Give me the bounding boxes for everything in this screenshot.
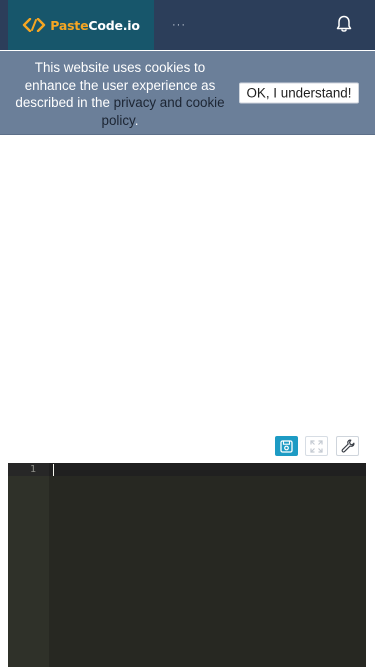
accept-cookies-button[interactable]: OK, I understand! — [239, 82, 359, 104]
cookie-banner: This website uses cookies to enhance the… — [0, 51, 375, 135]
save-button[interactable] — [275, 436, 298, 456]
wrench-icon — [341, 439, 355, 453]
bell-icon — [336, 15, 352, 32]
site-logo[interactable]: PasteCode.io — [8, 0, 154, 50]
settings-button[interactable] — [336, 436, 359, 456]
fullscreen-icon — [310, 439, 323, 453]
top-navbar: PasteCode.io ··· — [0, 0, 375, 50]
active-line-highlight — [8, 463, 366, 476]
cookie-message: This website uses cookies to enhance the… — [12, 59, 228, 129]
fullscreen-button[interactable] — [305, 436, 328, 456]
editor-gutter — [8, 463, 49, 667]
code-brackets-icon — [23, 18, 46, 32]
logo-text-code: Code.io — [88, 17, 140, 33]
text-cursor — [53, 464, 54, 476]
privacy-policy-link[interactable]: privacy and cookie policy — [102, 95, 225, 128]
logo-text-paste: Paste — [50, 17, 89, 33]
line-number: 1 — [29, 464, 36, 475]
cookie-message-end: . — [134, 112, 139, 128]
page: PasteCode.io ··· This website uses cooki… — [0, 0, 375, 667]
code-editor[interactable]: 1 — [8, 463, 366, 667]
logo-text: PasteCode.io — [50, 18, 140, 33]
more-menu-button[interactable]: ··· — [168, 14, 190, 36]
notifications-button[interactable] — [334, 14, 354, 34]
save-icon — [280, 439, 293, 453]
